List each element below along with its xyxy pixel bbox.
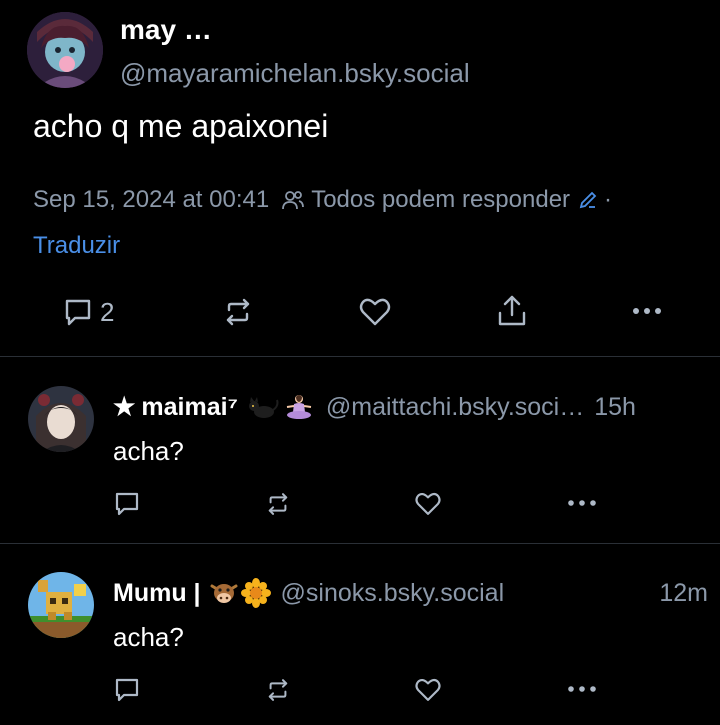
reply-author-name[interactable]: Mumu | [113, 579, 201, 608]
separator-dot: · [604, 186, 613, 213]
author-name[interactable]: may … [120, 14, 212, 46]
like-icon [359, 298, 391, 326]
more-icon [633, 308, 661, 314]
reply-icon [115, 492, 139, 516]
reply-button[interactable] [113, 676, 141, 704]
reply-count: 2 [100, 296, 115, 327]
meditation-emoji [284, 393, 314, 421]
reply-icon [115, 678, 139, 702]
reply-button[interactable] [113, 490, 141, 518]
reply-author-handle[interactable]: @sinoks.bsky.social [281, 579, 505, 608]
like-icon [415, 492, 441, 515]
cat-emoji [246, 394, 280, 420]
more-button[interactable] [630, 304, 664, 318]
users-icon [281, 189, 305, 211]
share-button[interactable] [495, 293, 529, 329]
more-icon [568, 500, 596, 506]
more-icon [568, 686, 596, 692]
repost-button[interactable] [264, 676, 292, 704]
repost-button[interactable] [264, 490, 292, 518]
avatar[interactable] [28, 572, 94, 638]
reply-setting[interactable]: Todos podem responder [311, 186, 570, 214]
repost-icon [268, 679, 288, 701]
like-button[interactable] [414, 676, 442, 704]
cow-emoji [209, 580, 239, 606]
star-icon: ★ [113, 393, 136, 421]
more-button[interactable] [566, 497, 598, 509]
reply-author-handle[interactable]: @maittachi.bsky.soci… [326, 393, 584, 422]
like-icon [415, 678, 441, 701]
author-handle[interactable]: @mayaramichelan.bsky.social [120, 58, 470, 89]
divider [0, 356, 720, 357]
repost-icon [268, 493, 288, 515]
like-button[interactable] [414, 490, 442, 518]
reply-time: 15h [594, 392, 636, 421]
reply-author-name[interactable]: maimai⁷ [141, 393, 237, 422]
reply-time: 12m [659, 578, 708, 607]
reply-button[interactable]: 2 [62, 296, 114, 328]
like-button[interactable] [358, 295, 392, 329]
translate-link[interactable]: Traduzir [33, 232, 120, 260]
repost-button[interactable] [221, 295, 255, 329]
avatar[interactable] [28, 386, 94, 452]
more-button[interactable] [566, 683, 598, 695]
post-timestamp: Sep 15, 2024 at 00:41 [33, 186, 270, 213]
reply-text: acha? [113, 622, 184, 652]
divider [0, 543, 720, 544]
reply-icon [62, 296, 94, 328]
reply-text: acha? [113, 436, 184, 466]
pencil-icon[interactable] [578, 190, 598, 210]
sunflower-emoji [240, 578, 271, 608]
avatar[interactable] [27, 12, 103, 88]
post-text: acho q me apaixonei [33, 108, 329, 144]
share-icon [498, 295, 526, 326]
repost-icon [226, 298, 250, 326]
